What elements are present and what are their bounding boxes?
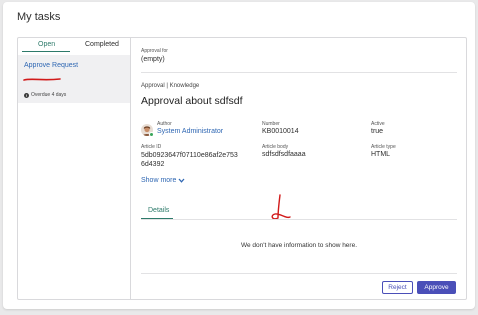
article-body-value: sdfsdfsdfaaaa [262, 151, 306, 158]
author-link[interactable]: System Administrator [157, 128, 223, 135]
approve-button[interactable]: Approve [417, 281, 456, 294]
tabs-divider [141, 219, 457, 220]
task-list-column: Open Completed Approve Request ! Overdue… [18, 38, 131, 299]
number-value: KB0010014 [262, 128, 299, 135]
task-detail: Approval for (empty) Approval | Knowledg… [131, 38, 467, 299]
article-id-value: 5db0923647f07110e86af2e753 6d4392 [141, 152, 238, 168]
article-id-label: Article ID [141, 144, 162, 150]
divider [141, 72, 457, 73]
tasks-card: My tasks Open Completed Approve Request … [3, 2, 475, 309]
article-type-value: HTML [371, 151, 391, 158]
approval-for-value: (empty) [141, 56, 165, 63]
show-more-label: Show more [141, 177, 177, 184]
tab-open[interactable]: Open [38, 41, 55, 48]
exclamation-icon: ! [24, 92, 29, 98]
active-tab-indicator [22, 51, 70, 52]
page-title: My tasks [17, 11, 61, 23]
online-status-dot [149, 132, 154, 137]
reject-button[interactable]: Reject [382, 281, 413, 294]
show-more-button[interactable]: Show more [141, 177, 185, 184]
number-label: Number [262, 121, 280, 127]
red-underline-annotation [23, 78, 61, 81]
active-value: true [371, 128, 384, 135]
empty-state-message: We don't have information to show here. [240, 242, 358, 249]
tab-completed[interactable]: Completed [85, 41, 119, 48]
tab-details[interactable]: Details [148, 207, 169, 214]
article-body-label: Article body [262, 144, 289, 150]
author-label: Author [157, 121, 172, 127]
breadcrumb: Approval | Knowledge [141, 83, 200, 89]
active-label: Active [371, 121, 385, 127]
task-list-item[interactable]: Approve Request ! Overdue 4 days [18, 55, 130, 103]
approval-for-label: Approval for [141, 48, 168, 54]
red-annotation-mark [271, 194, 291, 220]
tasks-panel: Open Completed Approve Request ! Overdue… [17, 37, 467, 300]
task-tabs: Open Completed [18, 38, 130, 54]
chevron-down-icon [178, 178, 185, 183]
approval-title: Approval about sdfsdf [141, 95, 243, 107]
footer-divider [141, 273, 457, 274]
overdue-text: Overdue 4 days [31, 92, 67, 98]
overdue-status: ! Overdue 4 days [24, 92, 66, 98]
task-title-link[interactable]: Approve Request [24, 62, 78, 69]
article-type-label: Article type [371, 144, 396, 150]
